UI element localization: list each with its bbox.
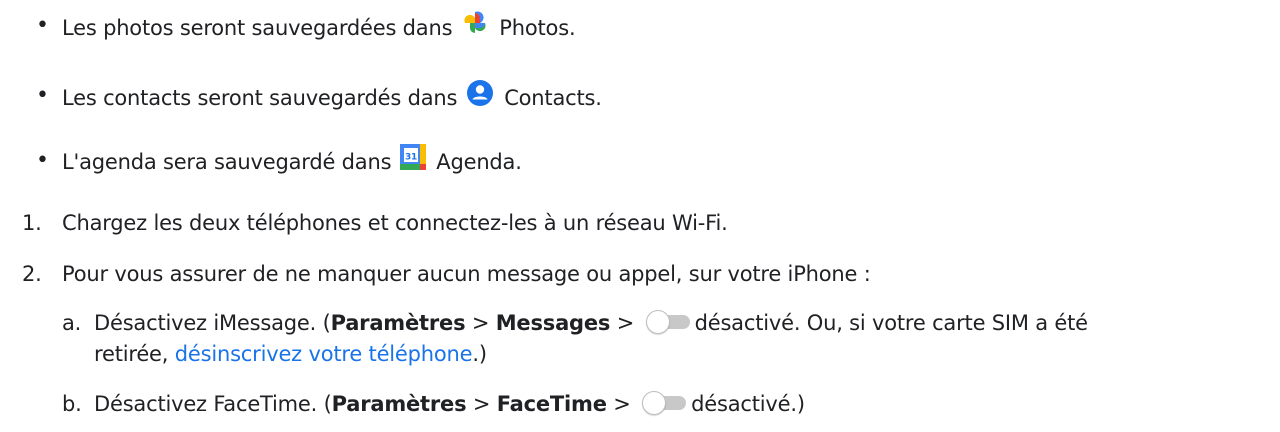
step-number: 2. <box>22 262 42 286</box>
bullet-text: L'agenda sera sauvegardé dans 31 Agenda. <box>62 144 522 180</box>
settings-label: Paramètres <box>331 392 467 416</box>
bullet-marker: • <box>36 13 49 38</box>
substep-marker: a. <box>62 311 82 335</box>
imessage-toggle-off <box>645 310 690 334</box>
settings-label: Paramètres <box>330 311 466 335</box>
substep-text: retirée, désinscrivez votre téléphone.) <box>94 339 487 369</box>
bullet-text-after: Contacts. <box>504 86 602 110</box>
deregister-phone-link[interactable]: désinscrivez votre téléphone <box>175 342 473 366</box>
substep-text-part: .) <box>472 342 487 366</box>
substep-text-part: Désactivez FaceTime. ( <box>94 392 332 416</box>
bullet-text-before: Les contacts seront sauvegardés dans <box>62 86 458 110</box>
substep-marker: b. <box>62 392 82 416</box>
step-number: 1. <box>22 211 42 235</box>
substep-text-part: désactivé. Ou, si votre carte SIM a été <box>694 311 1089 335</box>
facetime-toggle-off <box>642 391 687 415</box>
step-text: Pour vous assurer de ne manquer aucun me… <box>62 262 871 286</box>
bullet-text-after: Agenda. <box>436 150 522 174</box>
bullet-text-before: L'agenda sera sauvegardé dans <box>62 150 392 174</box>
substep-text-part: Désactivez iMessage. ( <box>94 311 331 335</box>
bullet-text: Les contacts seront sauvegardés dans Con… <box>62 79 602 117</box>
calendar-icon-date: 31 <box>405 153 417 163</box>
step-text: Chargez les deux téléphones et connectez… <box>62 211 728 235</box>
substep-text-part: désactivé.) <box>691 392 805 416</box>
google-calendar-icon: 31 <box>399 144 426 178</box>
facetime-label: FaceTime <box>496 392 607 416</box>
bullet-text-before: Les photos seront sauvegardées dans <box>62 16 453 40</box>
substep-text: Désactivez iMessage. (Paramètres > Messa… <box>94 308 1088 338</box>
substep-text-part: retirée, <box>94 342 175 366</box>
separator: > <box>466 392 497 416</box>
separator: > <box>610 311 641 335</box>
bullet-marker: • <box>36 148 49 173</box>
bullet-text-after: Photos. <box>499 16 576 40</box>
bullet-text: Les photos seront sauvegardées dans Phot… <box>62 9 576 47</box>
google-contacts-icon <box>466 79 494 115</box>
bullet-marker: • <box>36 83 49 108</box>
google-photos-icon <box>461 9 489 45</box>
substep-text: Désactivez FaceTime. (Paramètres > FaceT… <box>94 389 805 419</box>
separator: > <box>606 392 638 416</box>
separator: > <box>465 311 496 335</box>
messages-label: Messages <box>495 311 611 335</box>
